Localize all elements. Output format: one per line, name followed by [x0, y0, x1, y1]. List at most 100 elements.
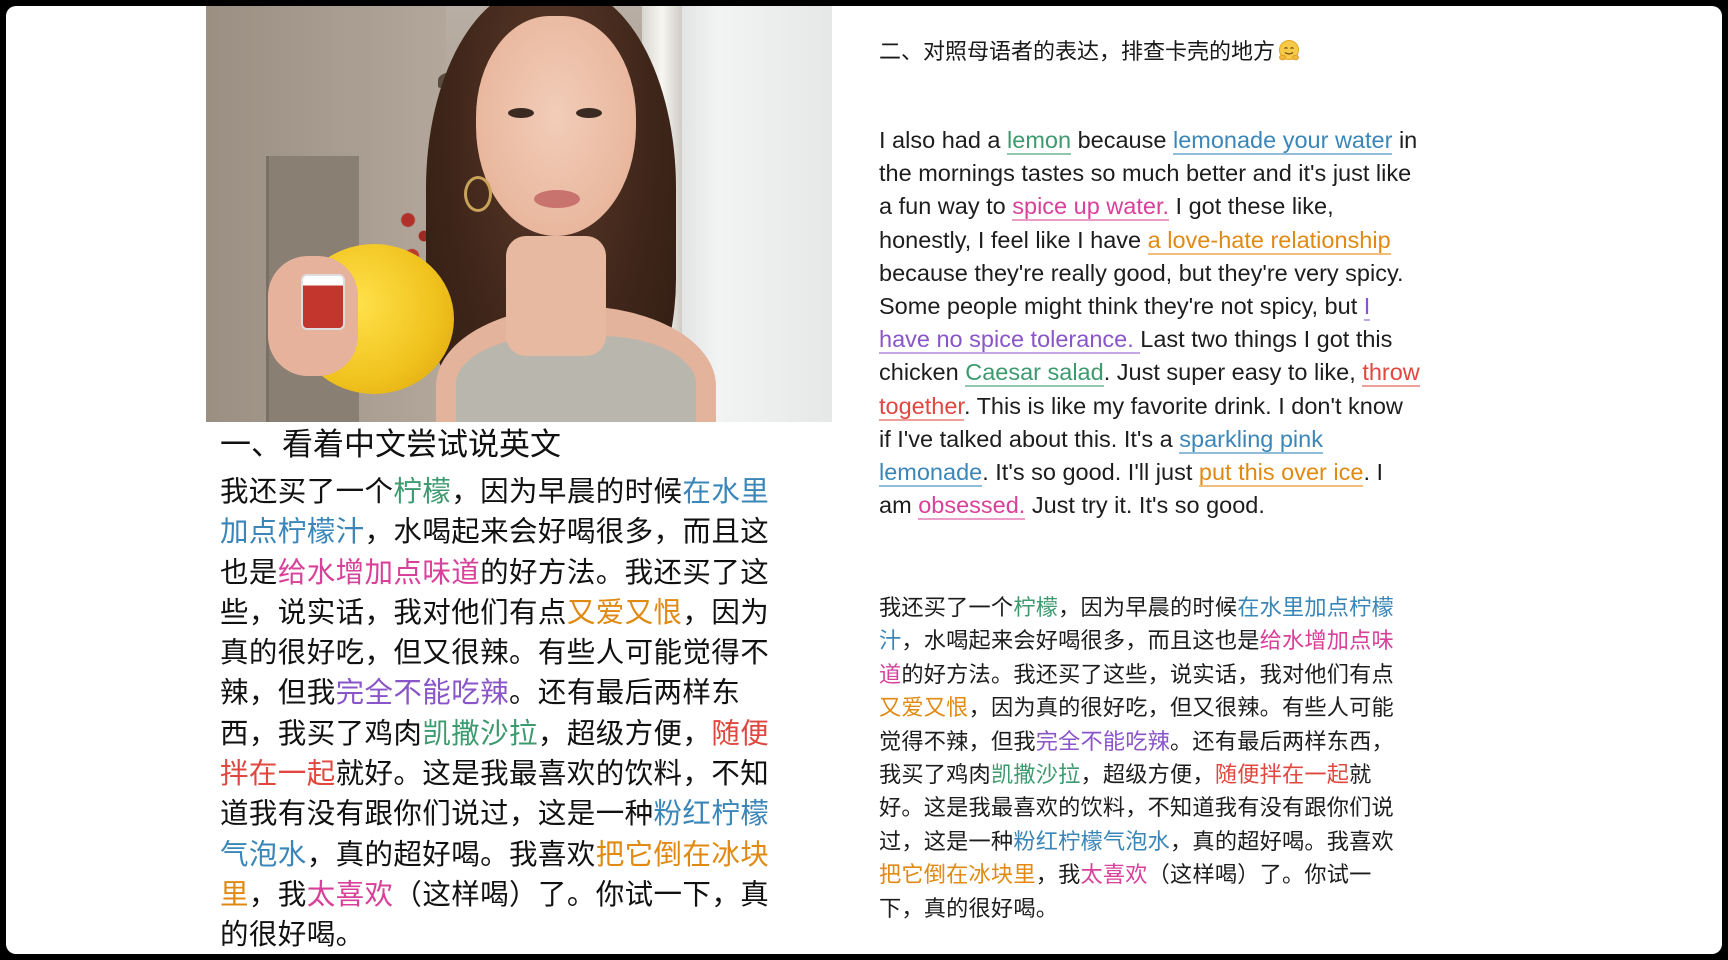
highlighted-phrase: together	[879, 392, 964, 421]
text-line: 辣，但我完全不能吃辣。还有最后两样东	[220, 673, 820, 713]
text-line: 道的好方法。我还买了这些，说实话，我对他们有点	[879, 659, 1499, 692]
highlighted-phrase: 拌在一起	[220, 757, 336, 791]
highlighted-phrase: sparkling pink	[1179, 425, 1323, 454]
text-segment: a fun way to	[879, 193, 1013, 220]
text-line: 我还买了一个柠檬，因为早晨的时候在水里加点柠檬	[879, 592, 1499, 625]
text-line: 加点柠檬汁，水喝起来会好喝很多，而且这	[220, 512, 820, 552]
text-line: chicken Caesar salad. Just super easy to…	[879, 356, 1519, 389]
text-segment: ，因为早晨的时候	[1058, 595, 1238, 621]
highlighted-phrase: 太喜欢	[1080, 862, 1148, 889]
text-segment: 的好方法。我还买了这些，说实话，我对他们有点	[901, 661, 1394, 688]
highlighted-phrase: 完全不能吃辣	[1035, 728, 1171, 755]
text-line: because they're really good, but they're…	[879, 257, 1519, 290]
highlighted-phrase: put this over ice	[1198, 459, 1364, 488]
text-line: I also had a lemon because lemonade your…	[879, 124, 1519, 157]
photo-spice-jar	[301, 274, 345, 330]
text-line: the mornings tastes so much better and i…	[879, 157, 1519, 190]
text-segment: Last two things I got this	[1140, 326, 1393, 353]
highlighted-phrase: 随便	[711, 716, 770, 750]
text-line: am obsessed. Just try it. It's so good.	[879, 489, 1519, 522]
highlighted-phrase: I	[1363, 293, 1371, 322]
text-segment: 。还有最后两样东西，	[1170, 728, 1394, 755]
text-line: 好。这是我最喜欢的饮料，不知道我有没有跟你们说	[879, 792, 1499, 825]
text-line: 又爱又恨，因为真的很好吃，但又很辣。有些人可能	[879, 692, 1499, 725]
text-segment: in	[1392, 127, 1418, 153]
text-segment: Just try it. It's so good.	[1025, 492, 1265, 519]
highlighted-phrase: 粉红柠檬气泡水	[1013, 828, 1171, 855]
text-segment: chicken	[879, 359, 966, 386]
text-segment: 也是	[220, 555, 278, 589]
text-line: 些，说实话，我对他们有点又爱又恨，因为	[220, 593, 820, 633]
highlighted-phrase: 气泡水	[220, 837, 307, 871]
highlighted-phrase: 把它倒在冰块里	[879, 862, 1036, 889]
photo-lips	[534, 190, 580, 208]
text-line: if I've talked about this. It's a sparkl…	[879, 423, 1519, 456]
highlighted-phrase: 又爱又恨	[566, 595, 683, 629]
text-line: 的很好喝。	[220, 915, 820, 954]
text-segment: ，因为	[682, 595, 770, 629]
highlighted-phrase: 给水增加点味	[1259, 628, 1394, 655]
text-segment: 道我有没有跟你们说过，这是一种	[220, 797, 654, 831]
text-line: 觉得不辣，但我完全不能吃辣。还有最后两样东西，	[879, 726, 1499, 759]
text-segment: （这样喝）了。你试一	[1147, 862, 1372, 889]
text-line: 道我有没有跟你们说过，这是一种粉红柠檬	[220, 794, 820, 834]
text-segment: because they're really good, but they're…	[879, 259, 1404, 286]
text-segment: Some people might think they're not spic…	[879, 293, 1364, 320]
page: 一、看着中文尝试说英文 我还买了一个柠檬，因为早晨的时候在水里 加点柠檬汁，水喝起…	[6, 6, 1722, 954]
text-segment: 的很好喝。	[220, 918, 365, 952]
highlighted-phrase: 道	[879, 661, 902, 688]
text-segment: 过，这是一种	[879, 828, 1014, 855]
highlighted-phrase: lemonade	[879, 459, 983, 488]
text-segment: am	[879, 492, 919, 519]
text-segment: 我买了鸡肉	[879, 762, 991, 789]
text-line: together. This is like my favorite drink…	[879, 390, 1519, 423]
right-title-text: 二、对照母语者的表达，排查卡壳的地方	[879, 40, 1276, 65]
highlighted-phrase: 柠檬	[1013, 595, 1059, 621]
text-segment: ，真的超好喝。我喜欢	[1170, 828, 1394, 855]
highlighted-phrase: a love-hate relationship	[1147, 226, 1391, 255]
photo-earring	[464, 176, 492, 212]
highlighted-phrase: Caesar salad	[965, 359, 1104, 388]
highlighted-phrase: throw	[1362, 359, 1420, 388]
text-segment: 些，说实话，我对他们有点	[220, 595, 567, 629]
text-segment: I got these like,	[1169, 193, 1334, 220]
highlighted-phrase: 在水里	[682, 475, 770, 508]
text-line: a fun way to spice up water. I got these…	[879, 190, 1519, 223]
text-segment: 真的很好吃，但又很辣。有些人可能觉得不	[220, 636, 770, 670]
text-segment: I also had a	[879, 127, 1008, 153]
text-segment: 。还有最后两样东	[509, 676, 741, 710]
text-segment: 我还买了一个	[879, 595, 1014, 621]
text-segment: the mornings tastes so much better and i…	[879, 160, 1412, 187]
text-line: 下，真的很好喝。	[879, 893, 1499, 926]
highlighted-phrase: spice up water.	[1012, 193, 1170, 222]
hugging-face-emoji-icon	[1279, 40, 1300, 61]
text-line: honestly, I feel like I have a love-hate…	[879, 224, 1519, 257]
text-segment: 好。这是我最喜欢的饮料，不知道我有没有跟你们说	[879, 795, 1394, 822]
text-segment: 西，我买了鸡肉	[220, 716, 423, 750]
highlighted-phrase: 汁	[879, 628, 902, 655]
text-segment: . I	[1363, 459, 1384, 486]
highlighted-phrase: lemonade your water	[1172, 127, 1393, 155]
highlighted-phrase: 凯撒沙拉	[422, 716, 538, 750]
right-section-title: 二、对照母语者的表达，排查卡壳的地方	[879, 36, 1301, 70]
highlighted-phrase: 加点柠檬汁	[220, 515, 365, 549]
photo-eye-right	[576, 108, 602, 118]
text-line: 气泡水，真的超好喝。我喜欢把它倒在冰块	[220, 835, 820, 875]
highlighted-phrase: 凯撒沙拉	[990, 762, 1081, 789]
highlighted-phrase: 把它倒在冰块	[595, 837, 770, 871]
text-line: 里，我太喜欢（这样喝）了。你试一下，真	[220, 875, 820, 915]
highlighted-phrase: have no spice tolerance.	[879, 326, 1141, 355]
text-segment: . Just super easy to like,	[1103, 359, 1363, 386]
highlighted-phrase: 里	[220, 877, 249, 911]
video-still-photo	[206, 6, 832, 422]
highlighted-phrase: 太喜欢	[306, 877, 394, 911]
text-segment: 就	[1349, 762, 1372, 789]
text-segment: ，超级方便，	[1080, 762, 1215, 789]
highlighted-phrase: lemon	[1007, 127, 1072, 155]
text-segment: 的好方法。我还买了这	[480, 555, 770, 589]
text-line: 西，我买了鸡肉凯撒沙拉，超级方便，随便	[220, 714, 820, 754]
text-segment: 我还买了一个	[220, 475, 394, 508]
highlighted-phrase: 粉红柠檬	[653, 797, 770, 831]
text-line: 过，这是一种粉红柠檬气泡水，真的超好喝。我喜欢	[879, 826, 1499, 859]
text-segment: ，我	[248, 877, 307, 911]
